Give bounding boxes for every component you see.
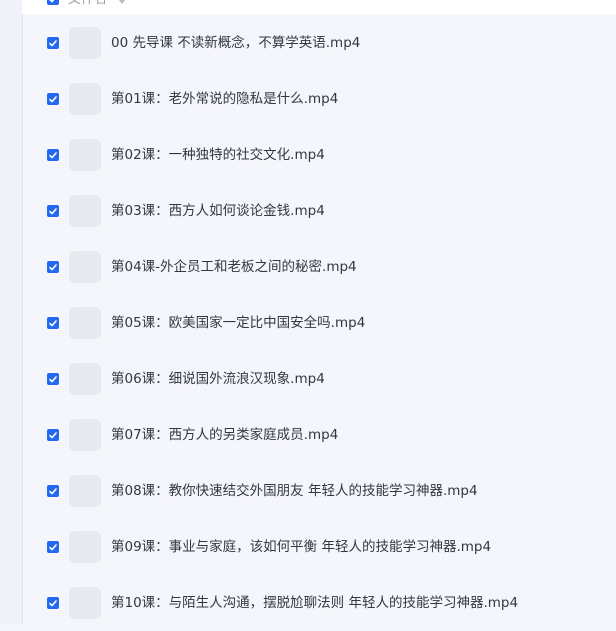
file-name[interactable]: 第05课：欧美国家一定比中国安全吗.mp4 — [111, 314, 365, 332]
check-icon — [48, 207, 58, 215]
file-row[interactable]: 00 先导课 不读新概念，不算学英语.mp4 — [22, 15, 616, 71]
file-checkbox[interactable] — [47, 93, 59, 105]
file-name[interactable]: 第04课-外企员工和老板之间的秘密.mp4 — [111, 258, 357, 276]
file-name[interactable]: 00 先导课 不读新概念，不算学英语.mp4 — [111, 34, 360, 52]
video-thumbnail[interactable] — [69, 587, 101, 619]
check-icon — [48, 39, 58, 47]
sort-icon[interactable] — [118, 0, 126, 4]
file-checkbox[interactable] — [47, 205, 59, 217]
check-icon — [48, 543, 58, 551]
file-checkbox[interactable] — [47, 37, 59, 49]
video-thumbnail[interactable] — [69, 363, 101, 395]
file-checkbox[interactable] — [47, 373, 59, 385]
check-icon — [48, 151, 58, 159]
file-checkbox[interactable] — [47, 317, 59, 329]
column-header-filename[interactable]: 文件名 — [68, 0, 107, 8]
file-name[interactable]: 第02课：一种独特的社交文化.mp4 — [111, 146, 325, 164]
file-list-header: 文件名 — [22, 0, 616, 14]
file-row[interactable]: 第01课：老外常说的隐私是什么.mp4 — [22, 71, 616, 127]
file-list: 00 先导课 不读新概念，不算学英语.mp4 第01课：老外常说的隐私是什么.mp… — [22, 15, 616, 631]
check-icon — [48, 599, 58, 607]
video-thumbnail[interactable] — [69, 419, 101, 451]
video-thumbnail[interactable] — [69, 251, 101, 283]
file-checkbox[interactable] — [47, 541, 59, 553]
file-name[interactable]: 第07课：西方人的另类家庭成员.mp4 — [111, 426, 338, 444]
video-thumbnail[interactable] — [69, 475, 101, 507]
check-icon — [48, 375, 58, 383]
file-name[interactable]: 第10课：与陌生人沟通，摆脱尬聊法则 年轻人的技能学习神器.mp4 — [111, 594, 518, 612]
file-checkbox[interactable] — [47, 485, 59, 497]
file-row[interactable]: 第09课：事业与家庭，该如何平衡 年轻人的技能学习神器.mp4 — [22, 519, 616, 575]
check-icon — [48, 95, 58, 103]
video-thumbnail[interactable] — [69, 27, 101, 59]
file-checkbox[interactable] — [47, 429, 59, 441]
video-thumbnail[interactable] — [69, 531, 101, 563]
file-name[interactable]: 第06课：细说国外流浪汉现象.mp4 — [111, 370, 325, 388]
check-icon — [49, 0, 55, 3]
select-all-checkbox[interactable] — [47, 0, 59, 5]
file-name[interactable]: 第08课：教你快速结交外国朋友 年轻人的技能学习神器.mp4 — [111, 482, 478, 500]
file-row[interactable]: 第10课：与陌生人沟通，摆脱尬聊法则 年轻人的技能学习神器.mp4 — [22, 575, 616, 631]
left-rail — [0, 0, 23, 624]
check-icon — [48, 263, 58, 271]
check-icon — [48, 487, 58, 495]
file-checkbox[interactable] — [47, 261, 59, 273]
file-row[interactable]: 第05课：欧美国家一定比中国安全吗.mp4 — [22, 295, 616, 351]
file-checkbox[interactable] — [47, 149, 59, 161]
video-thumbnail[interactable] — [69, 139, 101, 171]
file-row[interactable]: 第06课：细说国外流浪汉现象.mp4 — [22, 351, 616, 407]
file-row[interactable]: 第04课-外企员工和老板之间的秘密.mp4 — [22, 239, 616, 295]
check-icon — [48, 431, 58, 439]
file-name[interactable]: 第09课：事业与家庭，该如何平衡 年轻人的技能学习神器.mp4 — [111, 538, 491, 556]
file-checkbox[interactable] — [47, 597, 59, 609]
file-row[interactable]: 第08课：教你快速结交外国朋友 年轻人的技能学习神器.mp4 — [22, 463, 616, 519]
video-thumbnail[interactable] — [69, 195, 101, 227]
check-icon — [48, 319, 58, 327]
file-row[interactable]: 第07课：西方人的另类家庭成员.mp4 — [22, 407, 616, 463]
video-thumbnail[interactable] — [69, 307, 101, 339]
file-name[interactable]: 第03课：西方人如何谈论金钱.mp4 — [111, 202, 325, 220]
file-row[interactable]: 第03课：西方人如何谈论金钱.mp4 — [22, 183, 616, 239]
video-thumbnail[interactable] — [69, 83, 101, 115]
file-name[interactable]: 第01课：老外常说的隐私是什么.mp4 — [111, 90, 338, 108]
file-row[interactable]: 第02课：一种独特的社交文化.mp4 — [22, 127, 616, 183]
